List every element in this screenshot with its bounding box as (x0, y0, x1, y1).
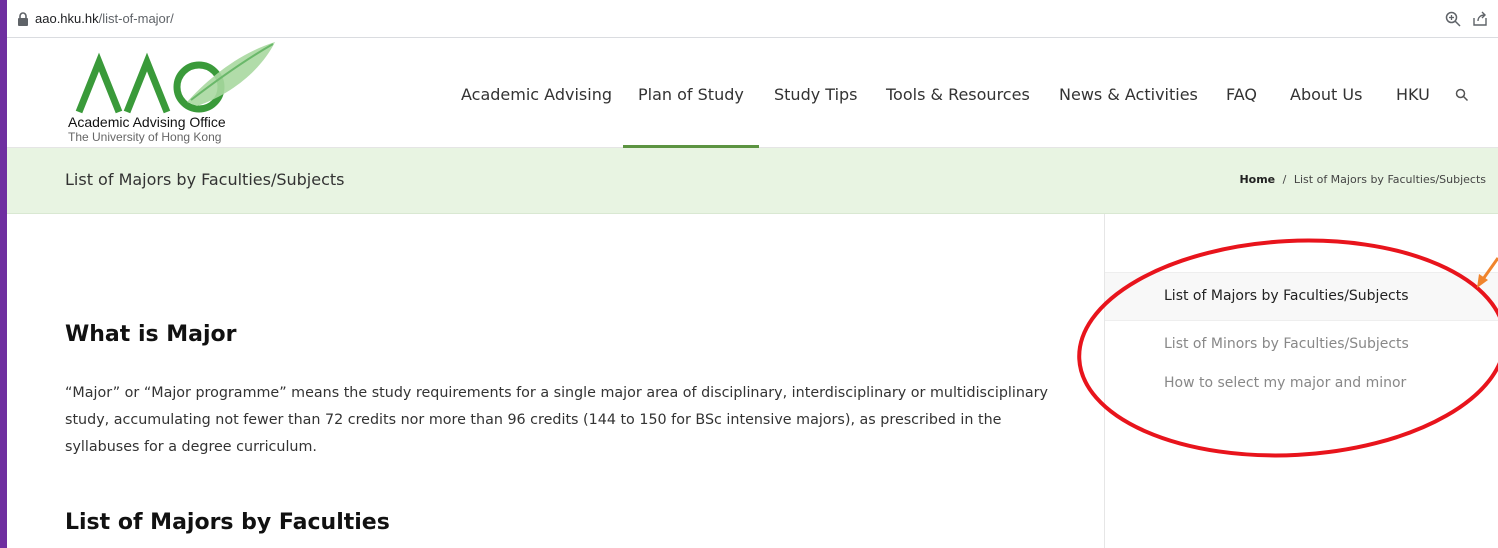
address-bar[interactable]: aao.hku.hk/list-of-major/ (7, 0, 1498, 38)
heading-list-of-majors: List of Majors by Faculties (65, 510, 390, 535)
page-title: List of Majors by Faculties/Subjects (65, 170, 345, 189)
breadcrumb-home[interactable]: Home (1239, 173, 1275, 186)
sidebar-link-majors[interactable]: List of Majors by Faculties/Subjects (1164, 288, 1409, 304)
nav-hku[interactable]: HKU (1396, 85, 1430, 104)
main-nav: Academic Advising Plan of Study Study Ti… (7, 38, 1498, 148)
breadcrumb-separator: / (1282, 173, 1287, 186)
heading-what-is-major: What is Major (65, 322, 237, 347)
nav-academic-advising[interactable]: Academic Advising (461, 85, 612, 104)
nav-news-activities[interactable]: News & Activities (1059, 85, 1198, 104)
search-icon[interactable] (1455, 88, 1469, 102)
breadcrumb-current: List of Majors by Faculties/Subjects (1293, 173, 1486, 186)
url-host: aao.hku.hk (35, 11, 99, 26)
lock-icon (18, 12, 28, 26)
nav-about-us[interactable]: About Us (1290, 85, 1362, 104)
site-header: Academic Advising Office The University … (7, 38, 1498, 148)
page-title-bar: List of Majors by Faculties/Subjects Hom… (7, 148, 1498, 214)
breadcrumb: Home / List of Majors by Faculties/Subje… (1239, 173, 1486, 186)
nav-faq[interactable]: FAQ (1226, 85, 1257, 104)
zoom-icon[interactable] (1444, 10, 1462, 28)
sidebar-link-how-to-select[interactable]: How to select my major and minor (1164, 375, 1406, 391)
url-path: /list-of-major/ (98, 11, 174, 26)
nav-study-tips[interactable]: Study Tips (774, 85, 858, 104)
url-text[interactable]: aao.hku.hk/list-of-major/ (35, 11, 174, 26)
major-definition-paragraph: “Major” or “Major programme” means the s… (65, 385, 1049, 455)
share-icon[interactable] (1471, 10, 1489, 28)
nav-plan-of-study[interactable]: Plan of Study (638, 85, 744, 104)
browser-frame: aao.hku.hk/list-of-major/ Academic Advis… (7, 0, 1498, 548)
sidebar-link-minors[interactable]: List of Minors by Faculties/Subjects (1164, 336, 1409, 352)
nav-tools-resources[interactable]: Tools & Resources (886, 85, 1030, 104)
sidebar-divider (1104, 214, 1105, 548)
